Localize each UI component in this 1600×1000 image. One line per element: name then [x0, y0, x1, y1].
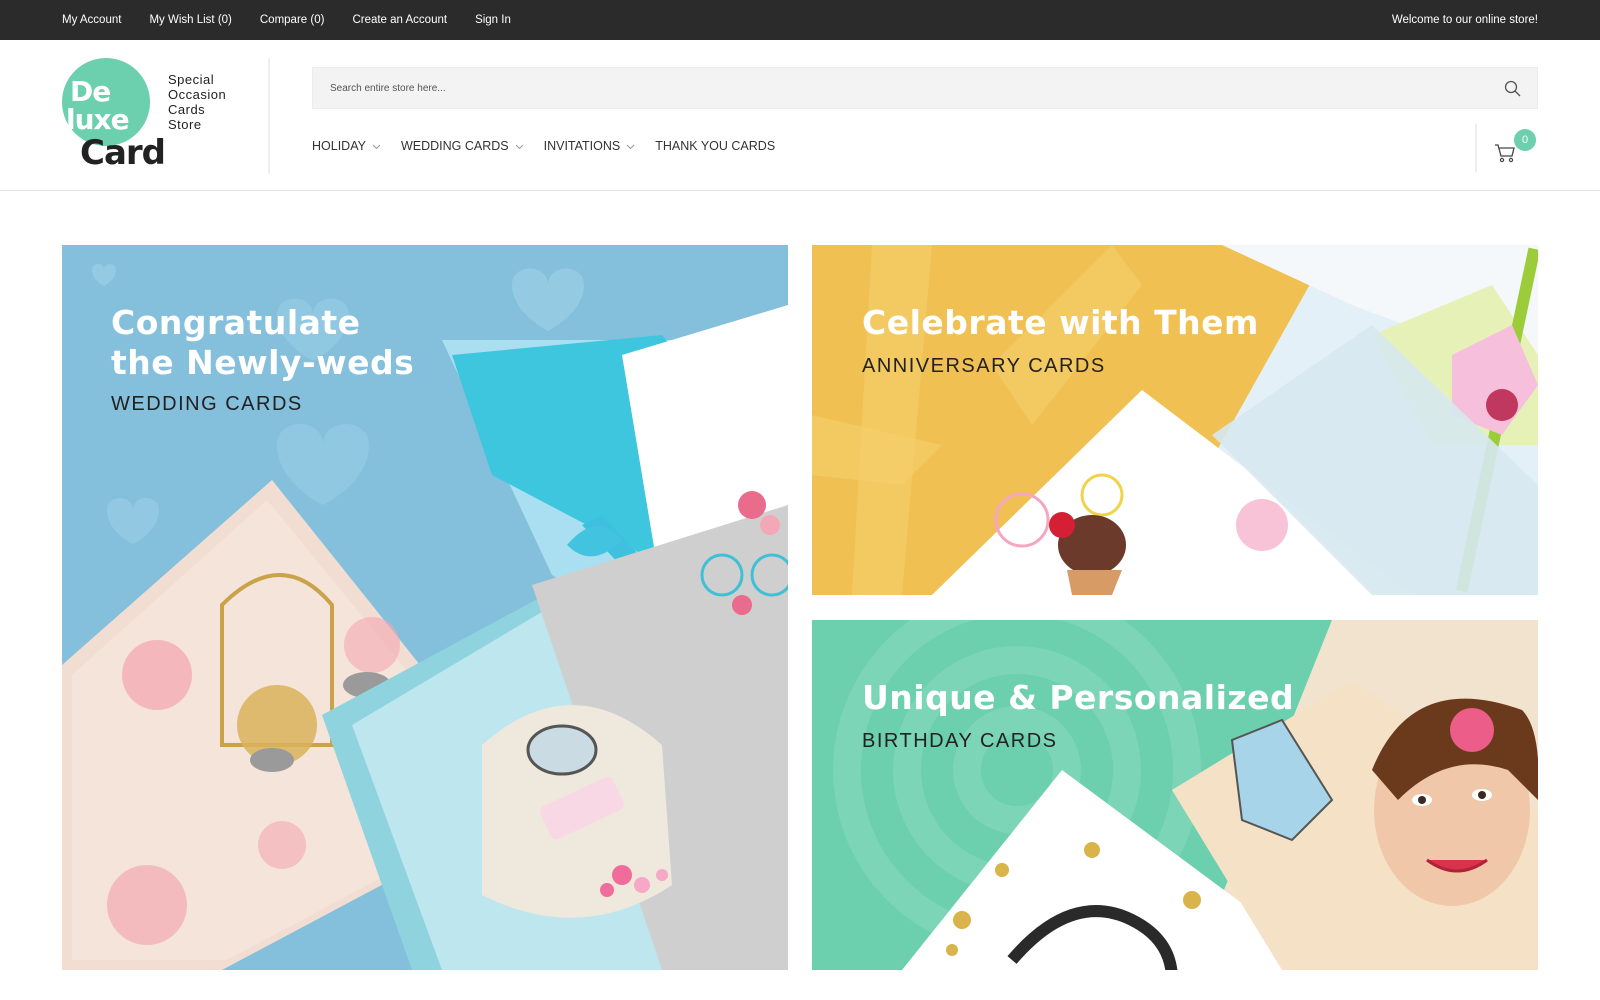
banner-title-line: the Newly-weds [111, 343, 415, 382]
welcome-message: Welcome to our online store! [1391, 14, 1538, 26]
banner-subtitle: WEDDING CARDS [111, 393, 303, 415]
banner-subtitle: ANNIVERSARY CARDS [862, 355, 1106, 377]
nav-item-thank-you-cards[interactable]: THANK YOU CARDS [655, 139, 775, 153]
my-account-link[interactable]: My Account [62, 14, 121, 26]
nav-item-invitations[interactable]: INVITATIONS [544, 139, 636, 153]
chevron-down-icon [372, 144, 381, 149]
nav-item-wedding-cards[interactable]: WEDDING CARDS [401, 139, 524, 153]
search-icon [1504, 80, 1520, 96]
cart-button[interactable]: 0 [1494, 129, 1542, 178]
chevron-down-icon [626, 144, 635, 149]
wish-list-link[interactable]: My Wish List (0) [149, 14, 231, 26]
banner-title: Celebrate with Them [862, 303, 1259, 343]
nav-item-label: HOLIDAY [312, 139, 366, 153]
banner-birthday-cards[interactable]: Unique & Personalized BIRTHDAY CARDS [812, 620, 1538, 970]
header-divider [268, 58, 270, 174]
logo-text-de: De [70, 75, 111, 108]
banner-anniversary-artwork [812, 245, 1538, 595]
logo-tagline-line: Special [168, 72, 215, 87]
create-account-link[interactable]: Create an Account [352, 14, 447, 26]
cart-count-badge: 0 [1514, 129, 1536, 151]
account-links: My Account My Wish List (0) Compare (0) … [62, 14, 511, 26]
logo-text-card: Card [80, 133, 166, 173]
banner-title-line: Celebrate with Them [862, 303, 1259, 342]
main-navigation: HOLIDAY WEDDING CARDS INVITATIONS THANK … [312, 139, 775, 153]
chevron-down-icon [515, 144, 523, 149]
nav-item-label: INVITATIONS [543, 139, 621, 153]
banner-title: Congratulate the Newly-weds [111, 303, 414, 383]
logo-tagline-line: Occasion [168, 87, 227, 102]
nav-item-holiday[interactable]: HOLIDAY [312, 139, 381, 153]
nav-item-label: WEDDING CARDS [400, 139, 509, 153]
store-logo[interactable]: De luxe Card Special Occasion Cards Stor… [62, 58, 262, 174]
top-bar: My Account My Wish List (0) Compare (0) … [0, 0, 1600, 40]
cart-icon [1495, 144, 1515, 163]
compare-link[interactable]: Compare (0) [260, 14, 325, 26]
banner-title: Unique & Personalized [862, 678, 1294, 718]
banner-title-line: Congratulate [111, 303, 361, 342]
search-input[interactable] [313, 82, 1487, 94]
logo-tagline-line: Cards [168, 102, 206, 117]
banner-wedding-cards[interactable]: Congratulate the Newly-weds WEDDING CARD… [62, 245, 788, 970]
search-bar [312, 67, 1538, 109]
banner-birthday-artwork [833, 620, 1538, 970]
promo-banners: Congratulate the Newly-weds WEDDING CARD… [62, 245, 1538, 970]
search-button[interactable] [1487, 67, 1537, 109]
nav-item-label: THANK YOU CARDS [655, 139, 776, 153]
cart-divider [1475, 124, 1477, 172]
sign-in-link[interactable]: Sign In [475, 14, 511, 26]
logo-tagline: Special Occasion Cards Store [168, 72, 226, 132]
banner-title-line: Unique & Personalized [862, 678, 1295, 717]
logo-tagline-line: Store [168, 117, 202, 132]
banner-anniversary-cards[interactable]: Celebrate with Them ANNIVERSARY CARDS [812, 245, 1538, 595]
site-header: De luxe Card Special Occasion Cards Stor… [0, 40, 1600, 191]
banner-subtitle: BIRTHDAY CARDS [862, 730, 1058, 752]
logo-text-luxe: luxe [66, 103, 130, 136]
